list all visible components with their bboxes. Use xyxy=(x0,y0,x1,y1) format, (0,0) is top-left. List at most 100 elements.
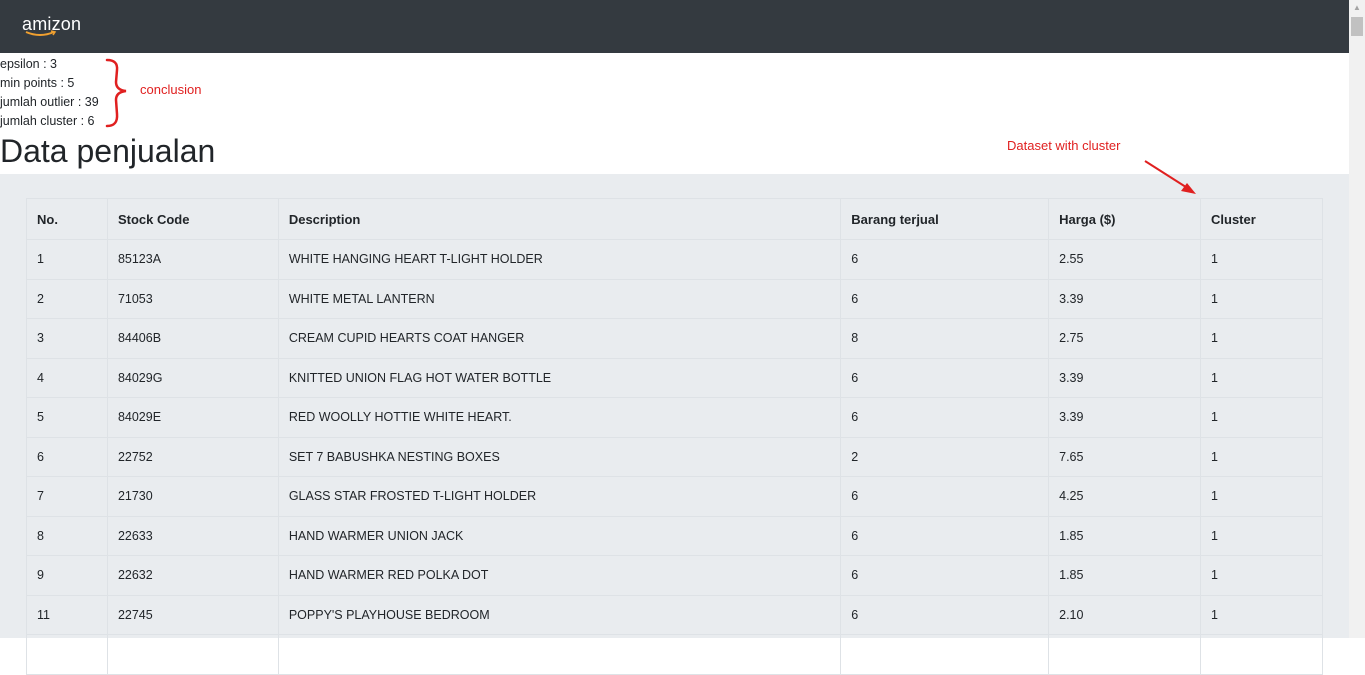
cell-cluster: 1 xyxy=(1200,318,1323,359)
cell-description: SET 7 BABUSHKA NESTING BOXES xyxy=(277,436,842,477)
cell-barang-terjual: 6 xyxy=(840,555,1050,596)
cell-stock-code: 84406B xyxy=(106,318,279,359)
cell-no: 9 xyxy=(26,555,108,596)
cell-no: 6 xyxy=(26,436,108,477)
cell-stock-code: 71053 xyxy=(106,278,279,319)
cell-harga: 3.39 xyxy=(1048,357,1202,398)
cell-stock-code: 22745 xyxy=(106,594,279,635)
col-header-description: Description xyxy=(277,198,842,240)
col-header-barang-terjual: Barang terjual xyxy=(840,198,1050,240)
table-row: 6 22752 SET 7 BABUSHKA NESTING BOXES 2 7… xyxy=(26,436,1323,477)
scroll-up-arrow-icon[interactable]: ▲ xyxy=(1349,0,1365,16)
stat-min-points: min points : 5 xyxy=(0,76,75,90)
cell-harga: 2.75 xyxy=(1048,318,1202,359)
cell-barang-terjual: 6 xyxy=(840,357,1050,398)
cell-cluster: 1 xyxy=(1200,397,1323,438)
cell-cluster: 1 xyxy=(1200,555,1323,596)
cell-no: 4 xyxy=(26,357,108,398)
annotation-dataset-with-cluster: Dataset with cluster xyxy=(1007,138,1121,153)
col-header-cluster: Cluster xyxy=(1200,198,1323,240)
cell-stock-code xyxy=(106,634,279,675)
cell-description: POPPY'S PLAYHOUSE BEDROOM xyxy=(277,594,842,635)
cell-description: HAND WARMER UNION JACK xyxy=(277,515,842,556)
cell-description: CREAM CUPID HEARTS COAT HANGER xyxy=(277,318,842,359)
cell-cluster: 1 xyxy=(1200,515,1323,556)
cell-cluster xyxy=(1200,634,1323,675)
col-header-harga: Harga ($) xyxy=(1048,198,1202,240)
col-header-no: No. xyxy=(26,198,108,240)
cell-harga: 3.39 xyxy=(1048,397,1202,438)
sales-table: No. Stock Code Description Barang terjua… xyxy=(26,198,1323,675)
cell-description: GLASS STAR FROSTED T-LIGHT HOLDER xyxy=(277,476,842,517)
stat-cluster-count: jumlah cluster : 6 xyxy=(0,114,95,128)
cell-description: WHITE HANGING HEART T-LIGHT HOLDER xyxy=(277,239,842,280)
stat-outlier-count: jumlah outlier : 39 xyxy=(0,95,99,109)
cell-description xyxy=(277,634,842,675)
cell-harga: 4.25 xyxy=(1048,476,1202,517)
table-row: 1 85123A WHITE HANGING HEART T-LIGHT HOL… xyxy=(26,239,1323,280)
cell-barang-terjual: 6 xyxy=(840,239,1050,280)
cell-harga: 2.10 xyxy=(1048,594,1202,635)
cell-no: 2 xyxy=(26,278,108,319)
cell-stock-code: 84029G xyxy=(106,357,279,398)
cell-stock-code: 85123A xyxy=(106,239,279,280)
table-panel: No. Stock Code Description Barang terjua… xyxy=(0,174,1349,675)
table-row: 7 21730 GLASS STAR FROSTED T-LIGHT HOLDE… xyxy=(26,476,1323,517)
cell-cluster: 1 xyxy=(1200,278,1323,319)
table-row: 5 84029E RED WOOLLY HOTTIE WHITE HEART. … xyxy=(26,397,1323,438)
table-row: 9 22632 HAND WARMER RED POLKA DOT 6 1.85… xyxy=(26,555,1323,596)
navbar: amizon xyxy=(0,0,1349,53)
cell-barang-terjual: 2 xyxy=(840,436,1050,477)
cell-harga: 1.85 xyxy=(1048,515,1202,556)
page-title: Data penjualan xyxy=(0,133,216,169)
cell-barang-terjual: 8 xyxy=(840,318,1050,359)
cell-no: 5 xyxy=(26,397,108,438)
curly-brace-icon xyxy=(105,58,127,128)
stat-epsilon: epsilon : 3 xyxy=(0,57,57,71)
scrollbar-thumb[interactable] xyxy=(1351,17,1363,36)
annotation-conclusion: conclusion xyxy=(140,82,202,97)
table-header-row: No. Stock Code Description Barang terjua… xyxy=(26,198,1323,240)
vertical-scrollbar[interactable]: ▲ xyxy=(1349,0,1365,638)
cell-stock-code: 21730 xyxy=(106,476,279,517)
cell-harga: 2.55 xyxy=(1048,239,1202,280)
cell-cluster: 1 xyxy=(1200,476,1323,517)
cell-no: 1 xyxy=(26,239,108,280)
cell-description: HAND WARMER RED POLKA DOT xyxy=(277,555,842,596)
cell-no: 8 xyxy=(26,515,108,556)
cell-barang-terjual: 6 xyxy=(840,278,1050,319)
cell-cluster: 1 xyxy=(1200,239,1323,280)
cell-harga: 7.65 xyxy=(1048,436,1202,477)
cell-barang-terjual: 6 xyxy=(840,476,1050,517)
table-row: 3 84406B CREAM CUPID HEARTS COAT HANGER … xyxy=(26,318,1323,359)
cell-cluster: 1 xyxy=(1200,357,1323,398)
cell-description: KNITTED UNION FLAG HOT WATER BOTTLE xyxy=(277,357,842,398)
col-header-stock-code: Stock Code xyxy=(106,198,279,240)
table-row: 11 22745 POPPY'S PLAYHOUSE BEDROOM 6 2.1… xyxy=(26,594,1323,635)
cell-barang-terjual: 6 xyxy=(840,515,1050,556)
cell-cluster: 1 xyxy=(1200,594,1323,635)
amazon-smile-icon xyxy=(25,30,57,36)
cell-barang-terjual: 6 xyxy=(840,594,1050,635)
table-row: 4 84029G KNITTED UNION FLAG HOT WATER BO… xyxy=(26,357,1323,398)
cell-harga: 1.85 xyxy=(1048,555,1202,596)
cell-harga xyxy=(1048,634,1202,675)
cell-description: WHITE METAL LANTERN xyxy=(277,278,842,319)
cell-description: RED WOOLLY HOTTIE WHITE HEART. xyxy=(277,397,842,438)
cell-harga: 3.39 xyxy=(1048,278,1202,319)
cell-stock-code: 22752 xyxy=(106,436,279,477)
table-row xyxy=(26,634,1323,675)
cell-barang-terjual xyxy=(840,634,1050,675)
cell-cluster: 1 xyxy=(1200,436,1323,477)
cell-barang-terjual: 6 xyxy=(840,397,1050,438)
cell-no xyxy=(26,634,108,675)
cell-stock-code: 22633 xyxy=(106,515,279,556)
cell-stock-code: 22632 xyxy=(106,555,279,596)
cell-no: 7 xyxy=(26,476,108,517)
clustering-summary: epsilon : 3 min points : 5 jumlah outlie… xyxy=(0,55,99,131)
cell-stock-code: 84029E xyxy=(106,397,279,438)
cell-no: 11 xyxy=(26,594,108,635)
brand-logo[interactable]: amizon xyxy=(22,13,81,36)
cell-no: 3 xyxy=(26,318,108,359)
table-row: 8 22633 HAND WARMER UNION JACK 6 1.85 1 xyxy=(26,515,1323,556)
